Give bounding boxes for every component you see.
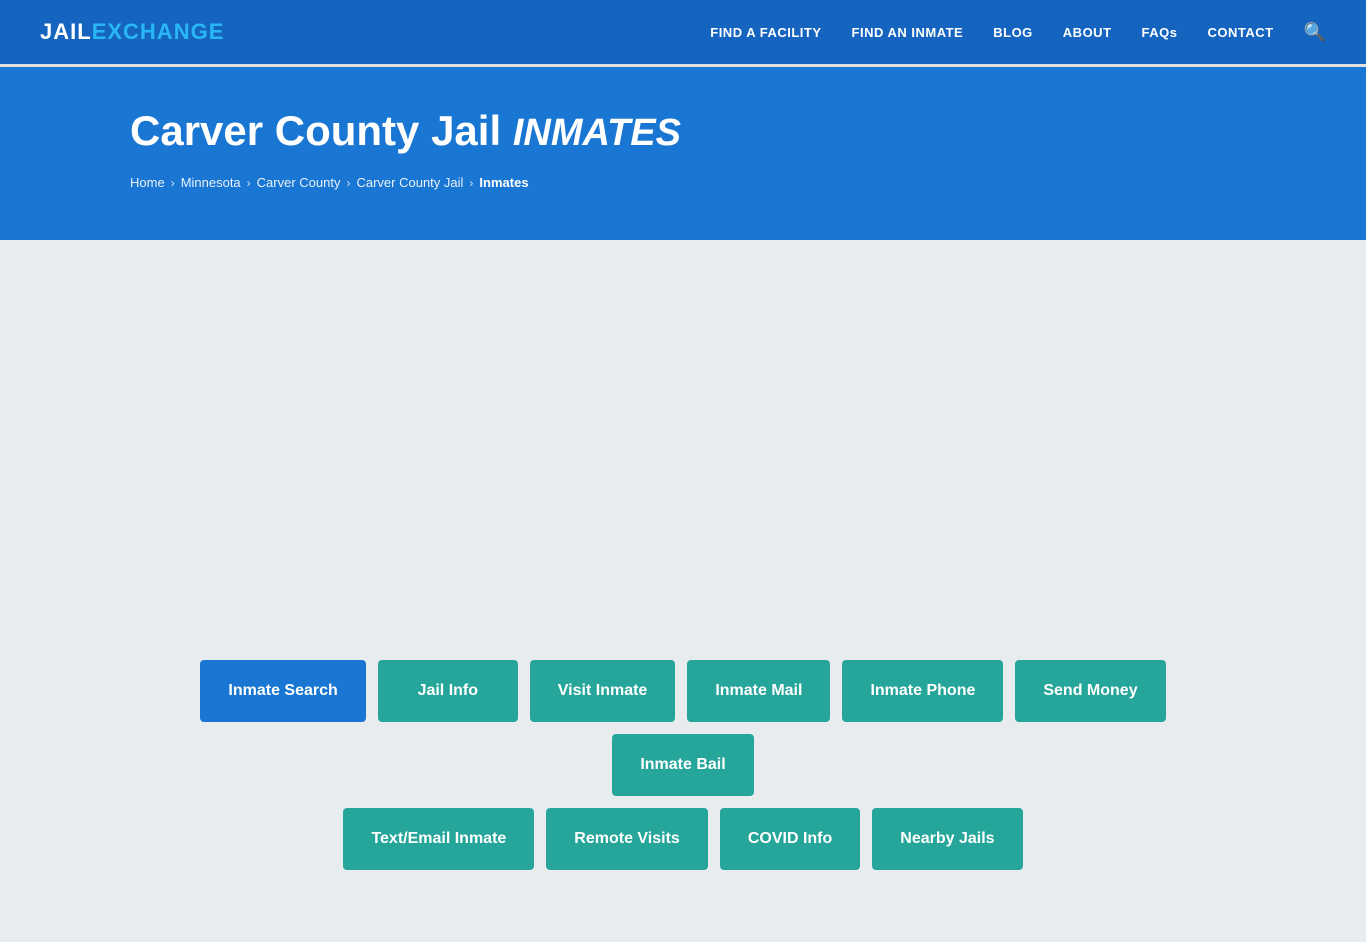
buttons-section: Inmate Search Jail Info Visit Inmate Inm… [0, 640, 1366, 942]
search-icon[interactable]: 🔍 [1304, 22, 1326, 43]
nav-about[interactable]: ABOUT [1063, 25, 1112, 40]
breadcrumb-inmates: Inmates [479, 175, 528, 190]
page-title-main: Carver County Jail [130, 107, 513, 154]
page-title: Carver County Jail INMATES [130, 107, 1236, 155]
breadcrumb-sep-3: › [346, 176, 350, 190]
btn-text-email-inmate[interactable]: Text/Email Inmate [343, 808, 534, 870]
btn-visit-inmate[interactable]: Visit Inmate [530, 660, 676, 722]
breadcrumb-sep-1: › [171, 176, 175, 190]
nav-contact[interactable]: CONTACT [1207, 25, 1273, 40]
breadcrumb: Home › Minnesota › Carver County › Carve… [130, 175, 1236, 190]
main-nav: FIND A FACILITY FIND AN INMATE BLOG ABOU… [710, 22, 1326, 43]
site-logo[interactable]: JAIL EXCHANGE [40, 19, 224, 45]
nav-blog[interactable]: BLOG [993, 25, 1033, 40]
buttons-row-1: Inmate Search Jail Info Visit Inmate Inm… [130, 660, 1236, 796]
main-content-area [0, 240, 1366, 640]
breadcrumb-carver-county-jail[interactable]: Carver County Jail [356, 175, 463, 190]
site-header: JAIL EXCHANGE FIND A FACILITY FIND AN IN… [0, 0, 1366, 64]
btn-send-money[interactable]: Send Money [1015, 660, 1165, 722]
logo-jail-text: JAIL [40, 19, 92, 45]
breadcrumb-carver-county[interactable]: Carver County [257, 175, 341, 190]
nav-find-facility[interactable]: FIND A FACILITY [710, 25, 821, 40]
breadcrumb-sep-2: › [247, 176, 251, 190]
nav-find-inmate[interactable]: FIND AN INMATE [852, 25, 964, 40]
buttons-row-2: Text/Email Inmate Remote Visits COVID In… [130, 808, 1236, 870]
btn-inmate-mail[interactable]: Inmate Mail [687, 660, 830, 722]
btn-covid-info[interactable]: COVID Info [720, 808, 860, 870]
breadcrumb-home[interactable]: Home [130, 175, 165, 190]
btn-inmate-phone[interactable]: Inmate Phone [842, 660, 1003, 722]
nav-faqs[interactable]: FAQs [1142, 25, 1178, 40]
btn-nearby-jails[interactable]: Nearby Jails [872, 808, 1022, 870]
logo-exchange-text: EXCHANGE [92, 19, 225, 45]
hero-section: Carver County Jail INMATES Home › Minnes… [0, 67, 1366, 240]
breadcrumb-minnesota[interactable]: Minnesota [181, 175, 241, 190]
btn-remote-visits[interactable]: Remote Visits [546, 808, 708, 870]
btn-jail-info[interactable]: Jail Info [378, 660, 518, 722]
btn-inmate-bail[interactable]: Inmate Bail [612, 734, 753, 796]
btn-inmate-search[interactable]: Inmate Search [200, 660, 365, 722]
breadcrumb-sep-4: › [469, 176, 473, 190]
page-title-italic: INMATES [513, 112, 681, 154]
